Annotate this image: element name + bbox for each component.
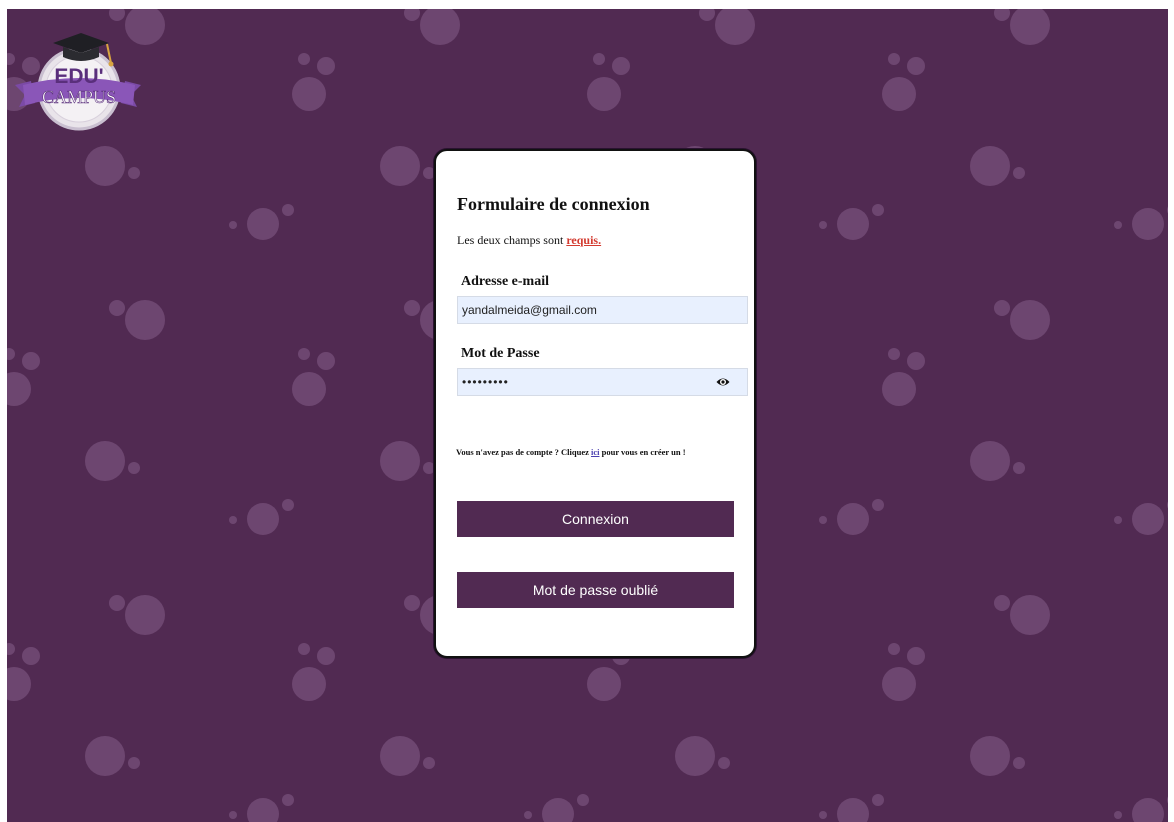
password-field-wrapper	[457, 368, 748, 396]
required-note: Les deux champs sont requis.	[457, 233, 601, 248]
forgot-password-button[interactable]: Mot de passe oublié	[457, 572, 734, 608]
required-note-text: Les deux champs sont	[457, 233, 567, 247]
signup-note-text: Vous n'avez pas de compte ? Cliquez	[456, 447, 591, 457]
email-label: Adresse e-mail	[461, 274, 549, 289]
form-title: Formulaire de connexion	[457, 194, 650, 214]
email-field[interactable]	[457, 296, 748, 324]
eye-icon[interactable]	[716, 376, 730, 388]
password-field[interactable]	[457, 368, 748, 396]
login-button[interactable]: Connexion	[457, 501, 734, 537]
svg-text:CAMPUS: CAMPUS	[42, 87, 116, 107]
svg-text:EDU': EDU'	[54, 65, 103, 88]
password-label: Mot de Passe	[461, 346, 540, 361]
login-card: Formulaire de connexion Les deux champs …	[434, 149, 756, 658]
edu-campus-logo: EDU' CAMPUS	[15, 33, 141, 131]
signup-note: Vous n'avez pas de compte ? Cliquez ici …	[456, 447, 686, 457]
page-background: EDU' CAMPUS Formulaire de connexion Les …	[7, 9, 1168, 822]
signup-note-suffix: pour vous en créer un !	[599, 447, 686, 457]
required-link[interactable]: requis.	[566, 233, 601, 247]
